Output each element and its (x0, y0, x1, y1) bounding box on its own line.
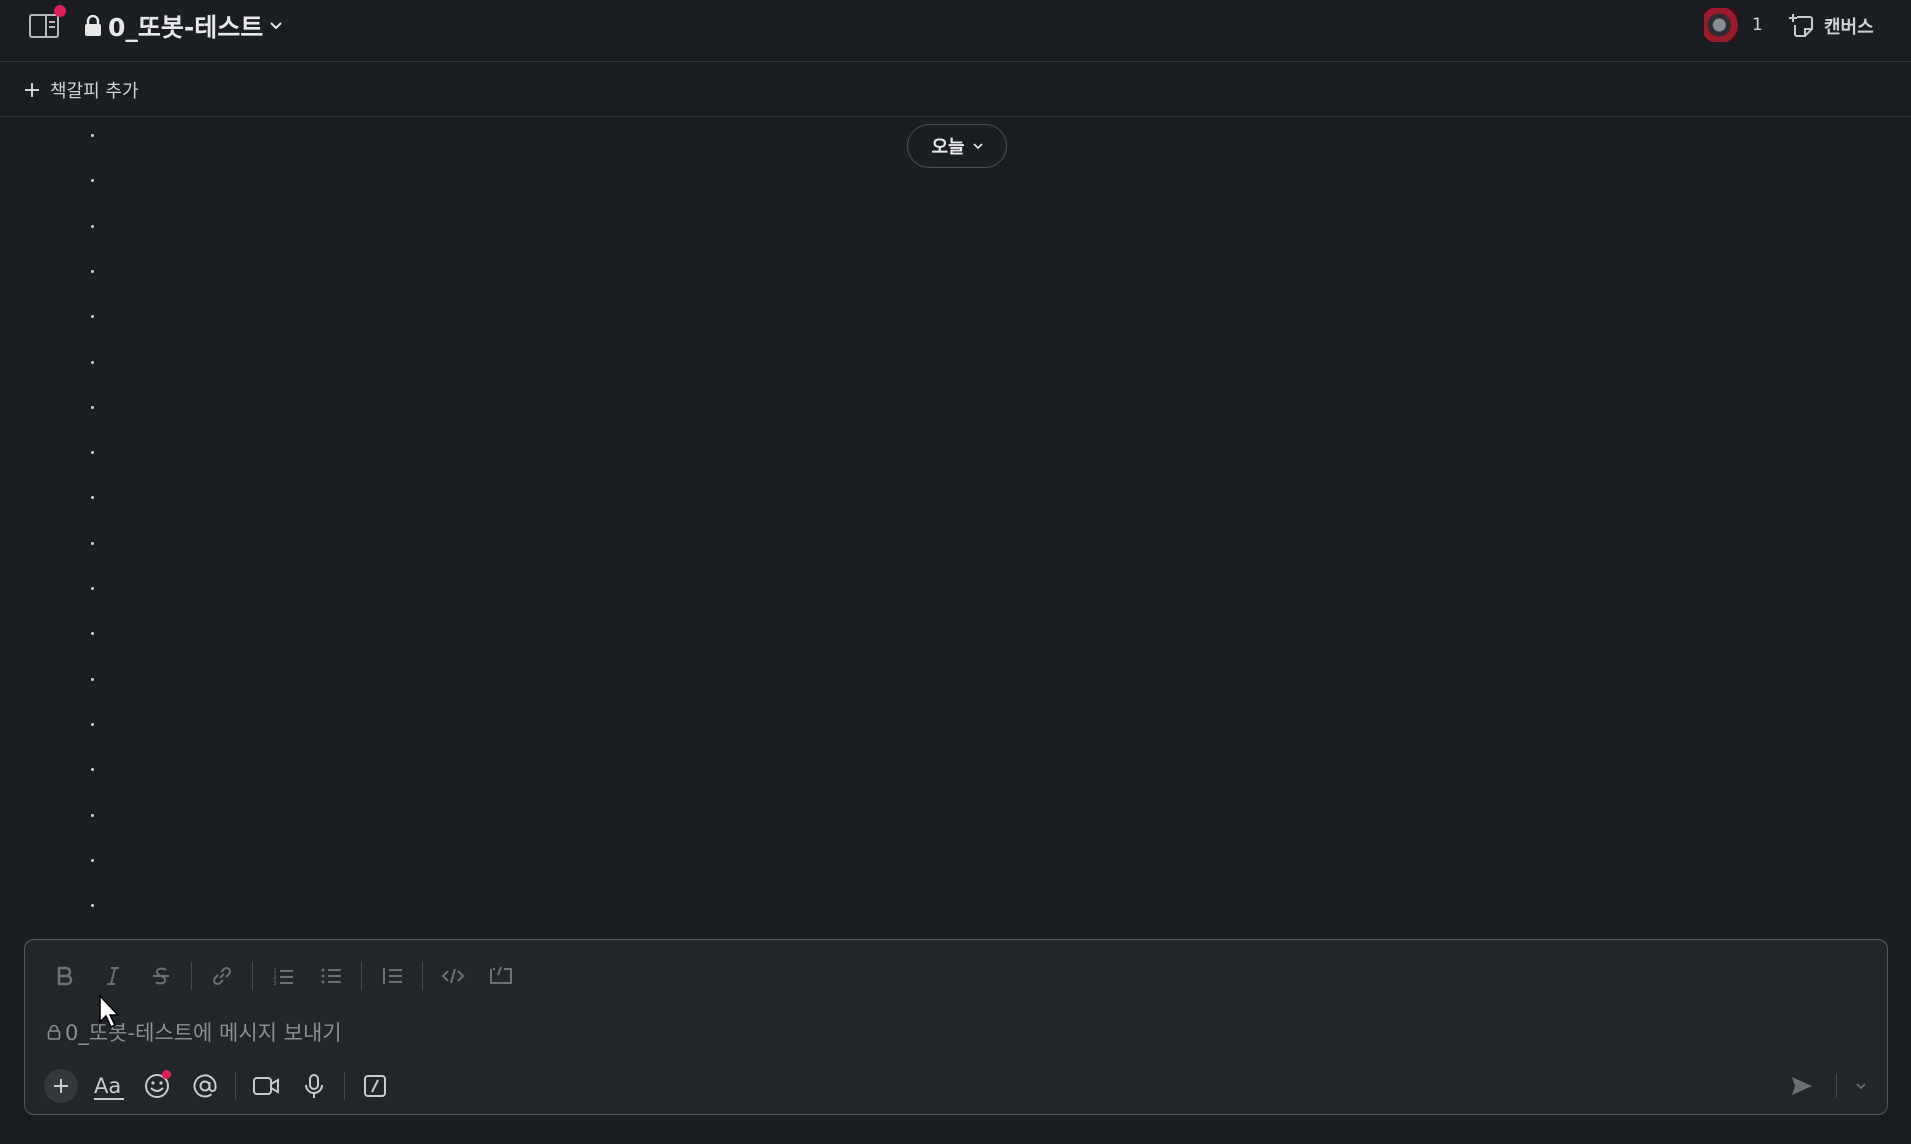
toolbar-separator (422, 962, 423, 990)
italic-icon (107, 967, 119, 985)
message-bullet (91, 269, 94, 273)
plus-icon (25, 83, 39, 97)
strikethrough-icon (153, 967, 169, 985)
message-bullet (91, 224, 94, 228)
message-bullet (91, 179, 94, 183)
code-button[interactable] (429, 954, 477, 998)
message-bullet (91, 904, 94, 908)
blockquote-icon (383, 968, 402, 984)
message-bullet (91, 541, 94, 545)
lock-icon (85, 15, 101, 36)
send-controls (1778, 1068, 1875, 1104)
slash-shortcut-button[interactable] (351, 1064, 399, 1108)
video-clip-icon (253, 1077, 279, 1095)
toolbar-separator (344, 1072, 345, 1100)
strikethrough-button[interactable] (137, 954, 185, 998)
code-icon (441, 968, 465, 984)
canvas-icon (1789, 14, 1813, 37)
link-icon (212, 966, 232, 986)
ordered-list-icon: 1 2 3 (273, 968, 293, 986)
formatting-toggle-button[interactable]: Aa (85, 1064, 133, 1108)
slash-shortcut-icon (364, 1075, 386, 1097)
mouse-cursor-icon (99, 994, 120, 1029)
toolbar-separator (252, 962, 253, 990)
video-clip-button[interactable] (242, 1064, 290, 1108)
date-label: 오늘 (931, 137, 965, 158)
message-composer: 1 2 3 0_또봇-테스트에 메시지 보내기 Aa (24, 939, 1888, 1115)
message-bullet (91, 677, 94, 681)
toolbar-separator (191, 962, 192, 990)
lock-icon (47, 1024, 61, 1040)
send-button[interactable] (1778, 1064, 1826, 1108)
canvas-label: 캔버스 (1824, 17, 1874, 38)
message-bullet (91, 587, 94, 590)
code-block-icon (490, 966, 512, 984)
audio-clip-button[interactable] (290, 1064, 338, 1108)
code-block-button[interactable] (477, 954, 525, 998)
blockquote-button[interactable] (368, 954, 416, 998)
message-list[interactable]: 오늘 (0, 118, 1911, 938)
attach-button[interactable] (37, 1064, 85, 1108)
message-bullet (91, 632, 94, 636)
message-bullet (91, 768, 94, 772)
bold-button[interactable] (41, 954, 89, 998)
message-bullet (91, 451, 94, 455)
chevron-down-icon (1856, 1083, 1866, 1090)
notification-dot (162, 1070, 171, 1079)
italic-button[interactable] (89, 954, 137, 998)
mention-button[interactable] (181, 1064, 229, 1108)
schedule-send-button[interactable] (1847, 1064, 1875, 1108)
svg-text:Aa: Aa (94, 1074, 121, 1098)
canvas-button[interactable]: 캔버스 (1788, 10, 1874, 42)
bold-icon (57, 966, 73, 986)
message-bullet (91, 813, 94, 817)
chevron-down-icon (270, 22, 282, 30)
add-bookmark-button[interactable]: 책갈피 추가 (24, 76, 139, 104)
member-count: 1 (1752, 15, 1763, 35)
plus-circle (44, 1069, 78, 1103)
bulleted-list-button[interactable] (307, 954, 355, 998)
channel-name: 0_또봇-테스트 (108, 13, 264, 42)
date-divider-button[interactable]: 오늘 (907, 124, 1007, 168)
message-bullet (91, 405, 94, 409)
add-bookmark-label: 책갈피 추가 (50, 81, 139, 102)
members-button[interactable]: 1 (1704, 8, 1763, 42)
svg-text:3: 3 (273, 980, 277, 986)
bookmarks-bar: 책갈피 추가 (0, 62, 1911, 117)
formatting-toolbar: 1 2 3 (41, 954, 525, 998)
message-bullet (91, 315, 94, 319)
message-bullet (91, 134, 94, 137)
avatar (1704, 8, 1738, 42)
bulleted-list-icon (321, 968, 341, 984)
toolbar-separator (361, 962, 362, 990)
send-icon (1792, 1077, 1812, 1095)
composer-actions: Aa (37, 1064, 399, 1108)
channel-name-button[interactable]: 0_또봇-테스트 (84, 10, 283, 42)
link-button[interactable] (198, 954, 246, 998)
message-bullet (91, 858, 94, 862)
channel-header: 0_또봇-테스트 1 캔버스 (0, 0, 1911, 62)
plus-icon (54, 1079, 68, 1093)
emoji-button[interactable] (133, 1064, 181, 1108)
message-bullet (91, 496, 94, 500)
toolbar-separator (1836, 1074, 1837, 1098)
ordered-list-button[interactable]: 1 2 3 (259, 954, 307, 998)
message-input[interactable]: 0_또봇-테스트에 메시지 보내기 (47, 1012, 1847, 1052)
message-bullet (91, 360, 94, 364)
toolbar-separator (235, 1072, 236, 1100)
formatting-toggle-icon: Aa (94, 1074, 124, 1100)
notification-dot (54, 5, 66, 17)
mention-icon (193, 1074, 217, 1098)
audio-clip-icon (305, 1074, 323, 1098)
message-bullet (91, 722, 94, 726)
chevron-down-icon (972, 143, 983, 150)
